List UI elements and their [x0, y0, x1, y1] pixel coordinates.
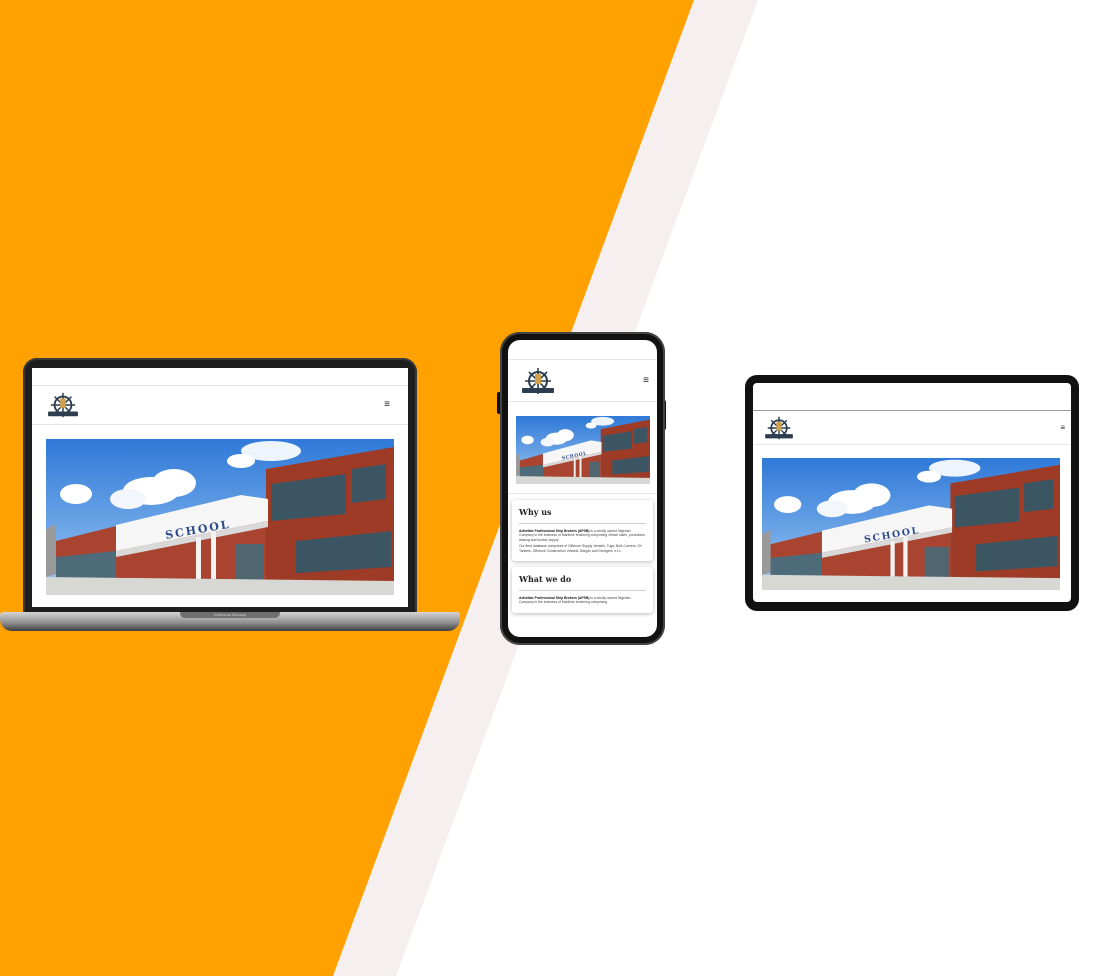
- card-title: What we do: [519, 574, 572, 585]
- school-building-photo: [516, 416, 650, 484]
- what-we-do-card: What we do Adhefalo Professional Ship Br…: [512, 567, 653, 613]
- site-navbar: ≡: [32, 386, 408, 425]
- ship-wheel-logo-icon[interactable]: [44, 391, 82, 419]
- hamburger-menu-icon[interactable]: ≡: [1060, 423, 1065, 432]
- hamburger-menu-icon[interactable]: ≡: [643, 375, 649, 386]
- ship-wheel-logo-icon[interactable]: [761, 415, 797, 441]
- browser-top-bar: [32, 368, 408, 386]
- laptop-base: Notebook Mockup: [0, 612, 460, 631]
- why-us-card: Why us Adhefalo Professional Ship Broker…: [512, 500, 653, 562]
- laptop-screen: ≡: [32, 368, 408, 607]
- laptop-model-label: Notebook Mockup: [180, 612, 280, 618]
- card-title: Why us: [519, 507, 552, 517]
- site-navbar: ≡: [753, 411, 1071, 445]
- card-paragraph: Our fleet database comprises of Offshore…: [519, 544, 642, 553]
- tablet-mockup: ≡: [745, 375, 1079, 611]
- phone-status-bar: [508, 340, 657, 360]
- ship-wheel-logo-icon[interactable]: [518, 366, 558, 396]
- hamburger-menu-icon[interactable]: ≡: [384, 400, 390, 410]
- phone-screen: ≡ Why us Adhefalo Professional Ship Brok…: [508, 340, 657, 637]
- school-building-photo: [762, 458, 1060, 590]
- card-paragraph: Adhefalo Professional Ship Brokers (APSB…: [519, 596, 631, 605]
- school-building-photo: [46, 439, 394, 595]
- laptop-mockup: ≡: [23, 358, 417, 614]
- phone-mockup: ≡ Why us Adhefalo Professional Ship Brok…: [500, 332, 665, 645]
- card-paragraph: Adhefalo Professional Ship Brokers (APSB…: [519, 529, 646, 542]
- browser-top-bar: [753, 383, 1071, 411]
- site-navbar: ≡: [508, 360, 657, 402]
- tablet-screen: ≡: [753, 383, 1071, 602]
